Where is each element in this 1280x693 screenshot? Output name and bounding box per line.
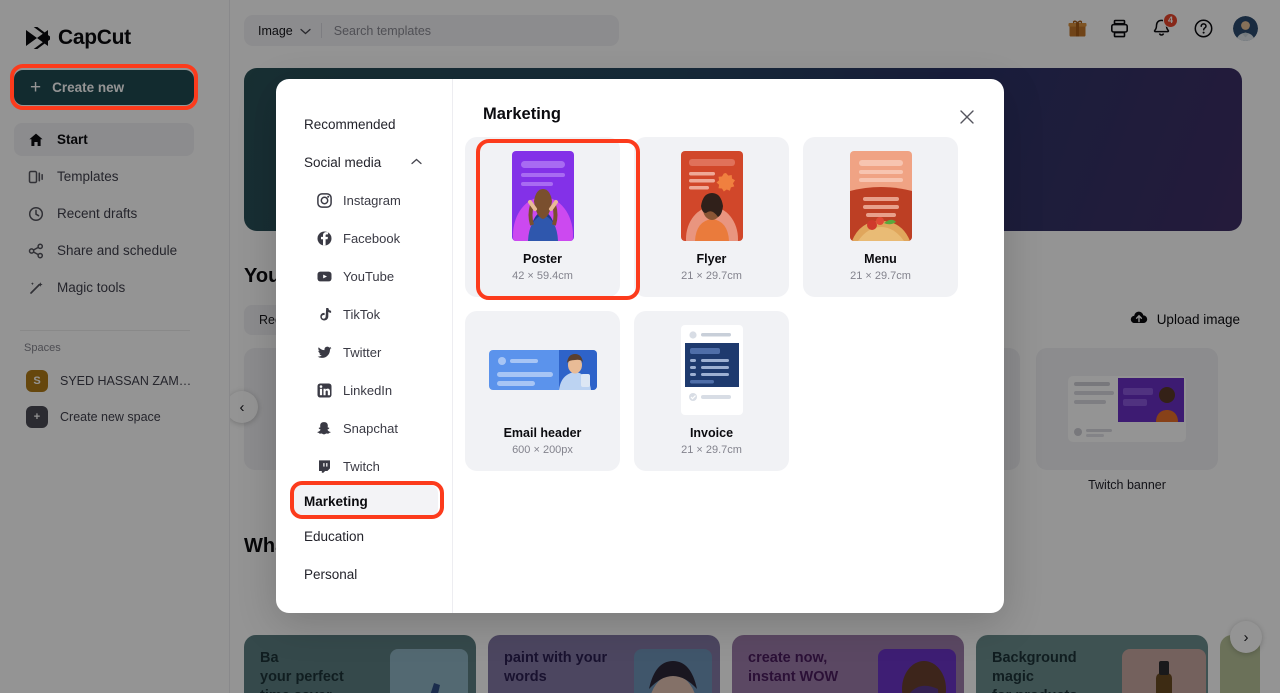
- modal-title: Marketing: [483, 105, 561, 123]
- template-card-size: 21 × 29.7cm: [850, 270, 911, 282]
- modal-category-label: Marketing: [304, 493, 368, 509]
- template-card-size: 600 × 200px: [512, 444, 573, 456]
- twitch-icon: [316, 458, 332, 474]
- modal-item-twitter[interactable]: Twitter: [276, 333, 452, 371]
- modal-item-twitch[interactable]: Twitch: [276, 447, 452, 485]
- template-card-poster[interactable]: Poster 42 × 59.4cm: [465, 137, 620, 297]
- modal-item-linkedin[interactable]: LinkedIn: [276, 371, 452, 409]
- modal-item-label: Instagram: [343, 192, 401, 208]
- template-card-name: Poster: [523, 252, 562, 266]
- modal-category-marketing[interactable]: Marketing: [290, 485, 438, 517]
- snapchat-icon: [316, 420, 332, 436]
- modal-category-label: Education: [304, 528, 365, 544]
- modal-item-facebook[interactable]: Facebook: [276, 219, 452, 257]
- modal-item-youtube[interactable]: YouTube: [276, 257, 452, 295]
- template-card-invoice[interactable]: Invoice 21 × 29.7cm: [634, 311, 789, 471]
- template-card-email-header[interactable]: Email header 600 × 200px: [465, 311, 620, 471]
- flyer-thumb: [680, 151, 743, 241]
- template-card-name: Flyer: [696, 252, 727, 266]
- template-card-grid: Poster 42 × 59.4cm Flyer 21 × 29.7cm Men…: [465, 137, 985, 471]
- tiktok-icon: [316, 306, 332, 322]
- template-card-size: 21 × 29.7cm: [681, 270, 742, 282]
- template-card-size: 42 × 59.4cm: [512, 270, 573, 282]
- app-root: CapCut + Create new Start Templates Rece…: [0, 0, 1280, 693]
- menu-thumb: [849, 151, 912, 241]
- modal-category-label: Personal: [304, 566, 358, 582]
- modal-category-personal[interactable]: Personal: [276, 555, 452, 593]
- modal-item-label: TikTok: [343, 306, 381, 322]
- modal-item-label: Facebook: [343, 230, 401, 246]
- modal-item-label: Snapchat: [343, 420, 398, 436]
- poster-thumb: [511, 151, 574, 241]
- modal-item-label: Twitter: [343, 344, 382, 360]
- template-card-flyer[interactable]: Flyer 21 × 29.7cm: [634, 137, 789, 297]
- invoice-thumb: [680, 325, 743, 415]
- modal-category-education[interactable]: Education: [276, 517, 452, 555]
- email-header-thumb: [488, 325, 597, 415]
- modal-item-instagram[interactable]: Instagram: [276, 181, 452, 219]
- close-icon[interactable]: [956, 106, 978, 128]
- modal-item-label: Twitch: [343, 458, 380, 474]
- instagram-icon: [316, 192, 332, 208]
- youtube-icon: [316, 268, 332, 284]
- modal-item-label: YouTube: [343, 268, 395, 284]
- modal-group-social-media[interactable]: Social media: [276, 143, 452, 181]
- modal-item-label: LinkedIn: [343, 382, 393, 398]
- modal-category-sidebar: Recommended Social media Instagram Faceb…: [276, 79, 453, 613]
- chevron-up-icon: [411, 157, 422, 168]
- template-card-size: 21 × 29.7cm: [681, 444, 742, 456]
- template-card-name: Menu: [864, 252, 897, 266]
- create-new-modal: Recommended Social media Instagram Faceb…: [276, 79, 1004, 613]
- linkedin-icon: [316, 382, 332, 398]
- modal-body: Marketing Poster 42 × 59.4cm Flyer 21 × …: [453, 79, 1004, 613]
- template-card-name: Invoice: [689, 426, 734, 440]
- modal-category-label: Recommended: [304, 116, 396, 132]
- facebook-icon: [316, 230, 332, 246]
- modal-item-tiktok[interactable]: TikTok: [276, 295, 452, 333]
- template-card-name: Email header: [503, 426, 582, 440]
- modal-group-label: Social media: [304, 154, 382, 170]
- modal-item-snapchat[interactable]: Snapchat: [276, 409, 452, 447]
- template-card-menu[interactable]: Menu 21 × 29.7cm: [803, 137, 958, 297]
- twitter-icon: [316, 344, 332, 360]
- modal-category-recommended[interactable]: Recommended: [276, 105, 452, 143]
